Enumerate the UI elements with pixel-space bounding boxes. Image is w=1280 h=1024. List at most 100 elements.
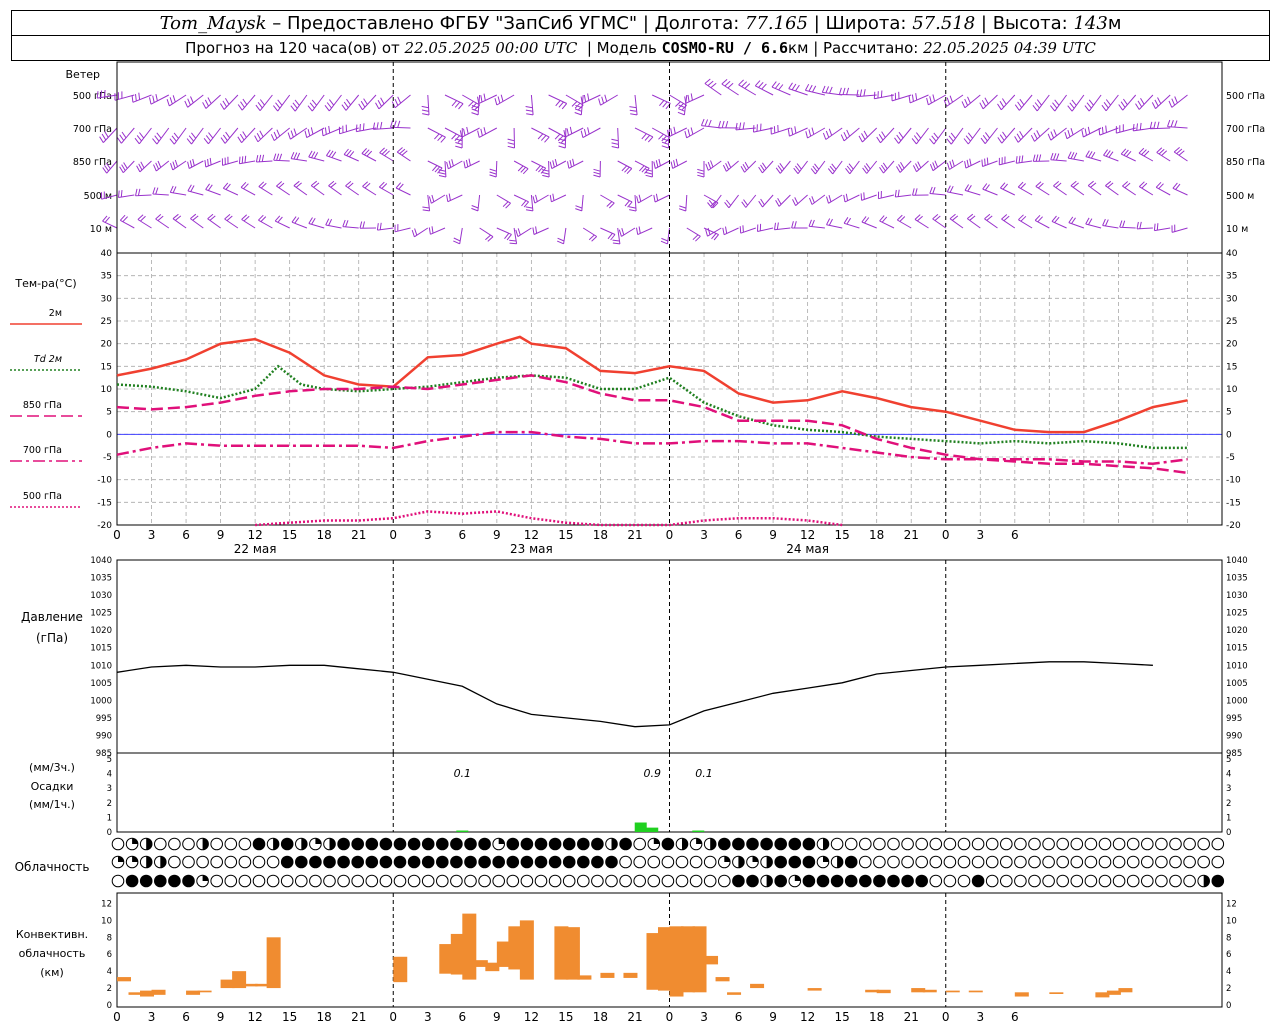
wind-barb	[1149, 121, 1171, 130]
wind-barb	[861, 216, 877, 229]
temp-ytick-left: 20	[101, 340, 113, 350]
cloud-cover-symbol	[365, 855, 379, 869]
cloud-quarter-fill	[794, 875, 801, 881]
cloud-cover-symbol	[365, 874, 379, 888]
cloud-cover-symbol	[718, 874, 731, 888]
cloud-cover-symbol	[957, 874, 971, 888]
cloud-cover-symbol	[1183, 874, 1196, 888]
wind-barb	[634, 160, 650, 174]
cloud-cover-symbol	[1014, 855, 1027, 869]
wind-barb	[169, 127, 187, 145]
wind-barb	[376, 222, 394, 231]
cloud-cover-symbol	[985, 855, 999, 869]
conv-cloud-bar	[462, 913, 477, 980]
cloud-cover-symbol	[844, 855, 858, 869]
cloud-cover-symbol	[379, 837, 393, 851]
precip-annotation: 0.1	[454, 767, 472, 780]
hour-tick-temp: 0	[113, 528, 121, 542]
wind-barb	[670, 158, 688, 169]
wind-barb	[912, 188, 929, 196]
cloud-cover-symbol	[802, 855, 816, 869]
wind-barb	[237, 127, 256, 144]
cloud-cover-symbol	[675, 855, 689, 869]
temp-ytick-right: 25	[1226, 317, 1237, 327]
pressure-ytick-right: 1000	[1226, 696, 1248, 706]
conv-ytick-right: 0	[1226, 1001, 1231, 1011]
pressure-ytick-right: 990	[1226, 731, 1242, 741]
cloud-cover-symbol	[915, 874, 929, 888]
wind-barb	[1032, 154, 1050, 162]
cloud-cover-symbol	[915, 837, 929, 851]
temp-ytick-right: 30	[1226, 294, 1238, 304]
wind-barb	[826, 218, 843, 229]
hour-tick-conv: 12	[800, 1010, 815, 1024]
hour-tick-conv: 18	[317, 1010, 332, 1024]
wind-barb	[1014, 127, 1033, 143]
cloud-cover-symbol	[1098, 874, 1112, 888]
wind-barb	[241, 214, 256, 229]
wind-barb	[152, 127, 170, 145]
wind-barb	[531, 160, 547, 174]
cloud-cover-symbol	[266, 874, 280, 888]
cloud-half-fill	[766, 856, 773, 868]
wind-barb	[1064, 127, 1085, 140]
cloud-cover-symbol	[577, 837, 590, 851]
cloud-cover-symbol	[1028, 874, 1041, 888]
wind-barb	[946, 127, 964, 145]
cloud-cover-symbol	[901, 837, 914, 851]
wind-barb	[757, 223, 774, 232]
wind-barb	[428, 194, 446, 204]
hour-tick-temp: 18	[869, 528, 884, 542]
cloud-cover-symbol	[830, 837, 844, 851]
cloud-cover-symbol	[1126, 855, 1140, 869]
wind-barb	[375, 94, 394, 110]
wind-barb	[628, 194, 637, 212]
cloud-cover-symbol	[929, 874, 943, 888]
wind-barb	[997, 94, 1016, 111]
cloud-cover-symbol	[450, 837, 463, 851]
wind-barb	[290, 151, 307, 162]
cloud-cover-symbol	[1042, 874, 1055, 888]
wind-barb	[843, 217, 860, 229]
wind-barb	[575, 194, 584, 212]
precip-ytick-right: 1	[1226, 813, 1231, 823]
cloud-cover-symbol	[111, 874, 125, 888]
wind-barb	[237, 94, 256, 111]
conv-ytick-left: 8	[107, 933, 112, 943]
precip-panel-frame	[116, 752, 1223, 833]
wind-barb	[355, 123, 377, 133]
cloud-cover-symbol	[280, 874, 294, 888]
cloud-cover-symbol	[562, 837, 576, 851]
cloud-cover-symbol	[351, 874, 365, 888]
conv-cloud-bar	[393, 956, 408, 983]
wind-barb	[705, 160, 722, 171]
wind-barb	[660, 227, 670, 245]
cloud-cover-symbol	[802, 837, 816, 851]
wind-barb	[634, 127, 654, 143]
cloud-cover-symbol	[1112, 855, 1126, 869]
wind-barb	[739, 225, 756, 234]
hour-tick-conv: 9	[769, 1010, 777, 1024]
cloud-cover-symbol	[351, 855, 365, 869]
wind-barb	[845, 160, 860, 175]
cloud-cover-symbol	[280, 837, 294, 851]
cloud-half-fill	[766, 875, 773, 887]
wind-barb	[929, 160, 947, 172]
cloud-cover-symbol	[577, 874, 590, 888]
cloud-cover-symbol	[1014, 874, 1027, 888]
hour-tick-conv: 15	[558, 1010, 573, 1024]
hour-tick-conv: 9	[217, 1010, 225, 1024]
wind-barb	[513, 194, 529, 208]
wind-barb	[611, 127, 620, 149]
wind-barb	[667, 126, 688, 138]
precip-ytick-right: 4	[1226, 770, 1231, 780]
wind-barb	[557, 227, 567, 245]
wind-barb	[600, 194, 615, 209]
wind-barb	[1122, 181, 1136, 196]
wind-barb	[152, 187, 169, 196]
pressure-ytick-left: 995	[96, 714, 112, 724]
wind-barb	[758, 194, 774, 208]
wind-barb	[565, 94, 584, 111]
conv-cloud-bar	[704, 955, 719, 965]
wind-barb	[131, 92, 152, 103]
